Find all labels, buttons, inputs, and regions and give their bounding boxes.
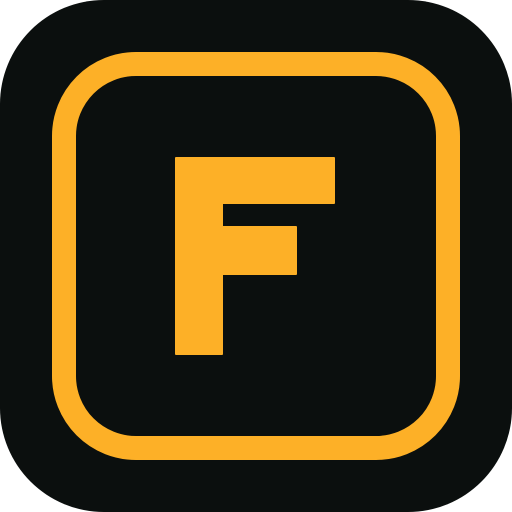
app-icon: F: [0, 0, 512, 512]
letter-f-glyph: [175, 157, 335, 355]
